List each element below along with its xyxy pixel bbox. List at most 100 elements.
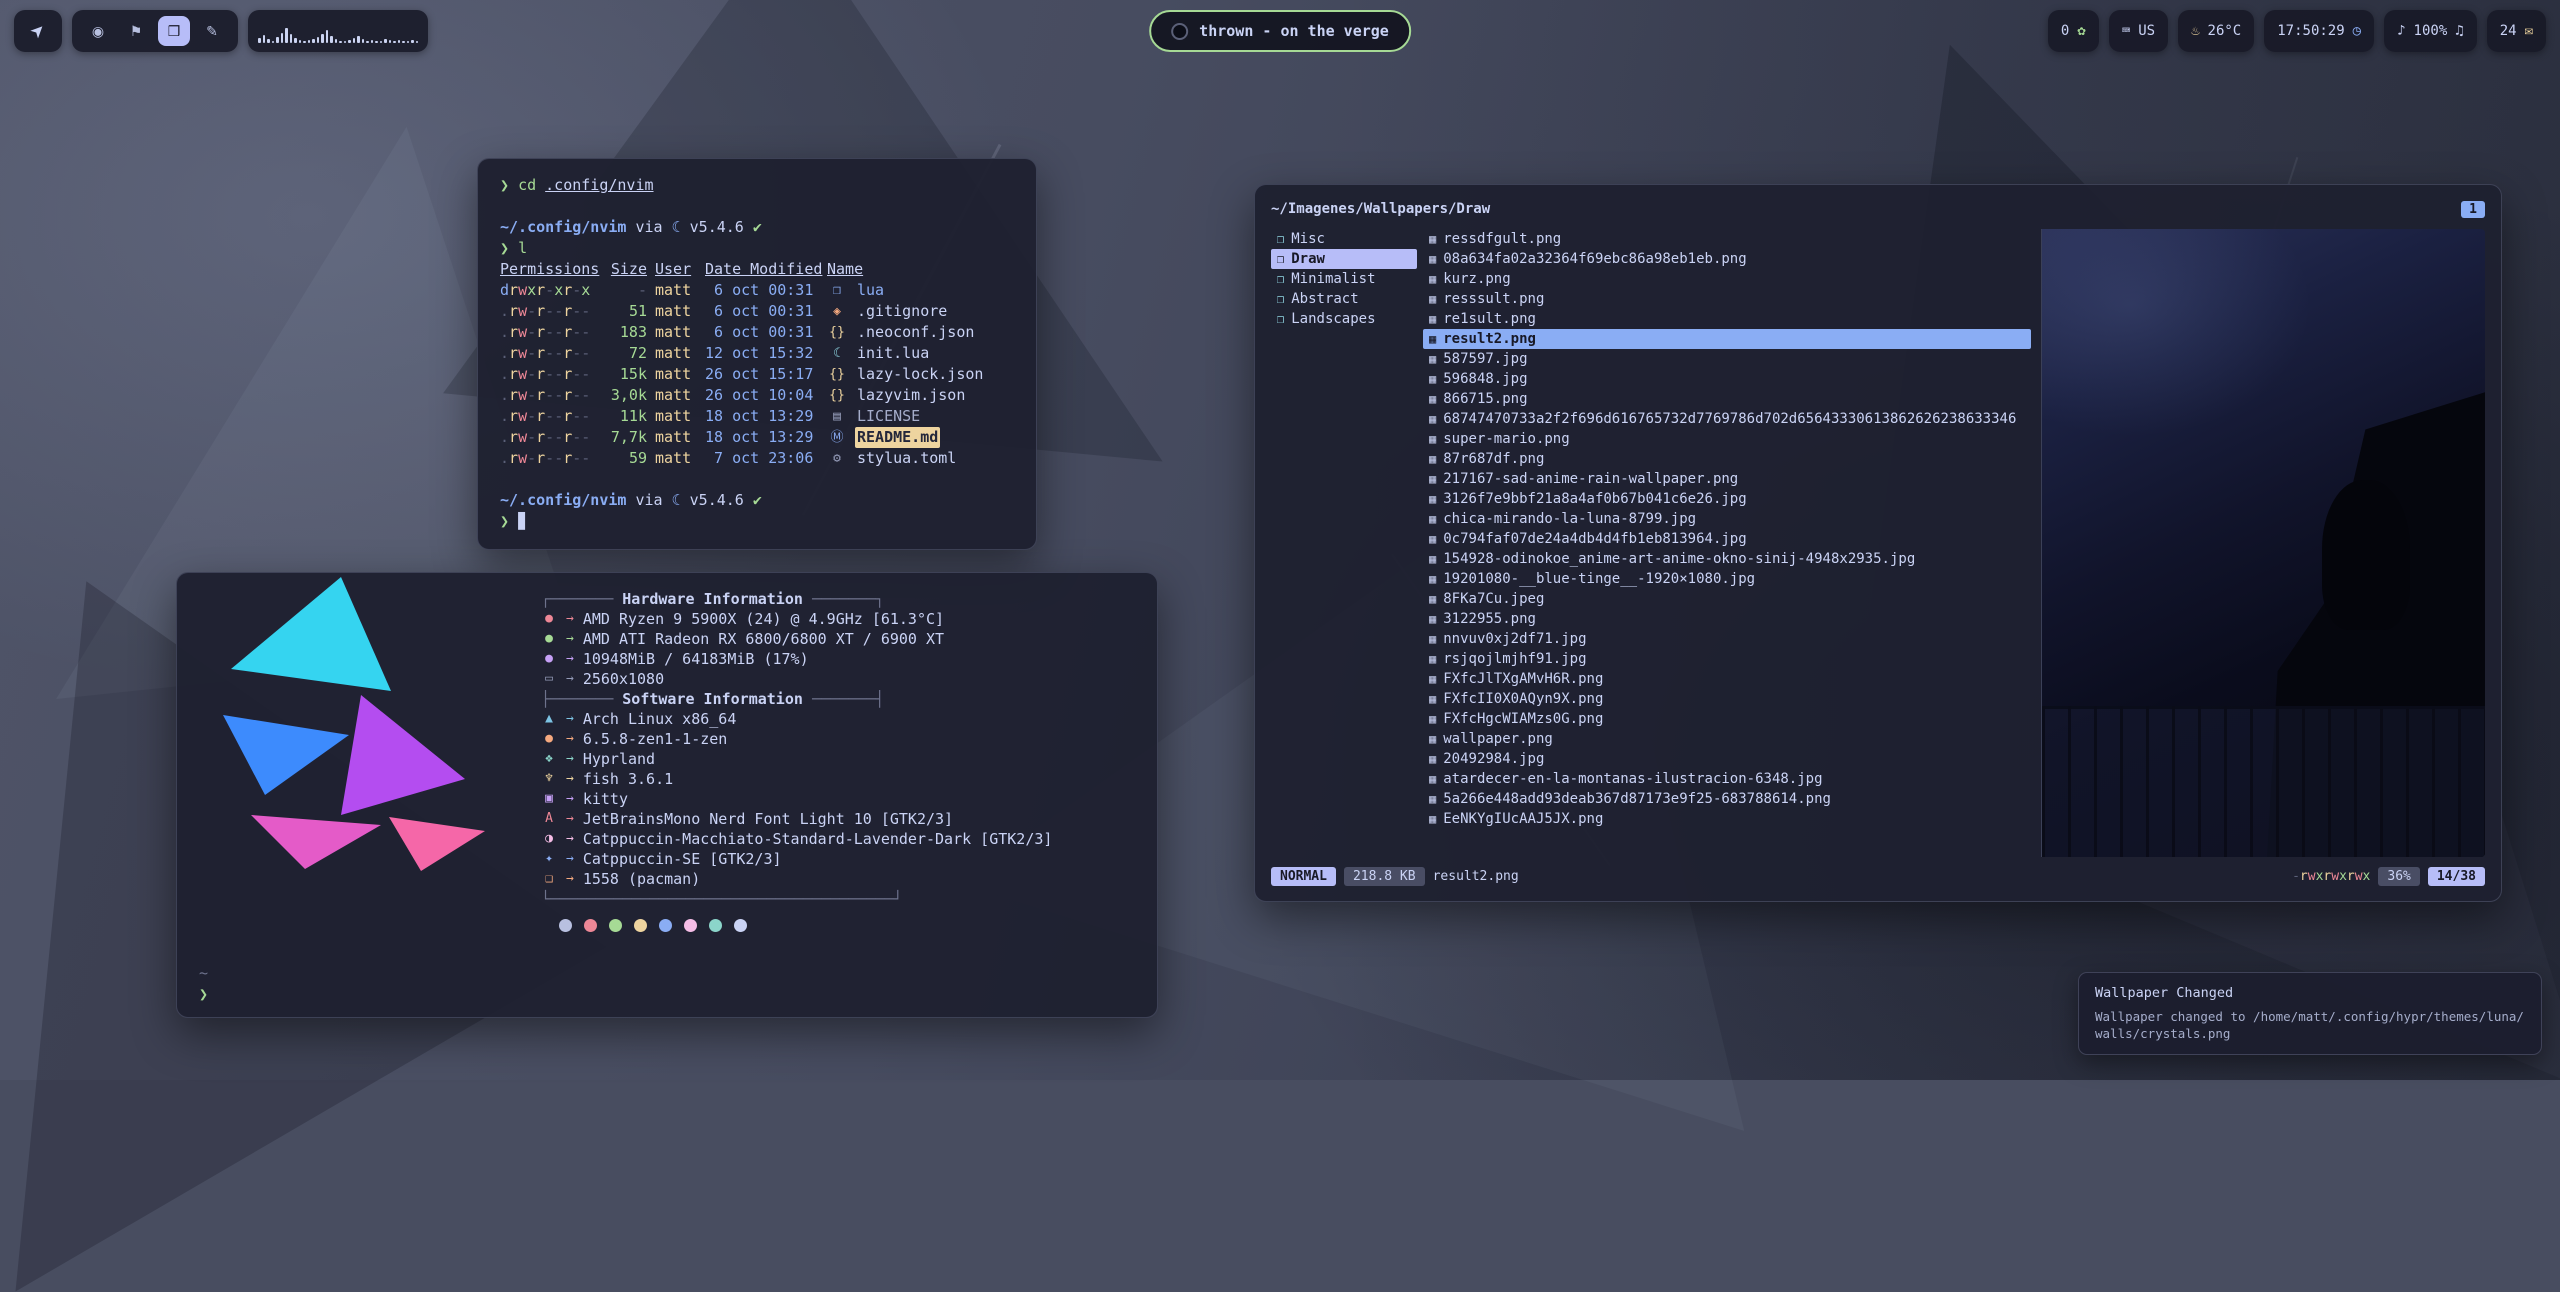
keyboard-layout-module[interactable]: ⌨ US	[2109, 10, 2168, 52]
file-manager-header: ~/Imagenes/Wallpapers/Draw 1	[1271, 197, 2485, 221]
top-bar: ➤ ◉ ⚑ ❒ ✎ thrown - on the verge 0	[14, 10, 2546, 52]
file-row[interactable]: ▦ super-mario.png	[1423, 429, 2031, 449]
file-size: 11k	[603, 406, 647, 427]
info-text: Catppuccin-SE [GTK2/3]	[583, 849, 782, 869]
file-row[interactable]: ▦ resssult.png	[1423, 289, 2031, 309]
arrow-icon: →	[566, 849, 574, 869]
arrow-icon: →	[566, 809, 574, 829]
file-row[interactable]: ▦ chica-mirando-la-luna-8799.jpg	[1423, 509, 2031, 529]
file-row[interactable]: ▦ 08a634fa02a32364f69ebc86a98eb1eb.png	[1423, 249, 2031, 269]
workspace-button[interactable]: ◉	[82, 16, 114, 46]
info-icon: ✦	[541, 849, 557, 869]
workspace-icon: ⚑	[130, 23, 143, 40]
image-file-icon: ▦	[1429, 789, 1436, 809]
palette-dot	[584, 919, 597, 932]
prompt-char: ❯	[199, 984, 208, 1005]
volume-module[interactable]: ♪ 100% ♫	[2384, 10, 2477, 52]
info-icon: ▭	[541, 669, 557, 689]
file-row[interactable]: ▦ FXfcII0X0AQyn9X.png	[1423, 689, 2031, 709]
updates-module[interactable]: 0 ✿	[2048, 10, 2099, 52]
file-row[interactable]: ▦ 87r687df.png	[1423, 449, 2031, 469]
file-row[interactable]: ▦ result2.png	[1423, 329, 2031, 349]
arrow-icon: →	[566, 769, 574, 789]
file-name: lazyvim.json	[855, 385, 967, 406]
info-text: fish 3.6.1	[583, 769, 673, 789]
file-row[interactable]: ▦ nnvuv0xj2df71.jpg	[1423, 629, 2031, 649]
lua-version: v5.4.6	[690, 218, 744, 236]
directory-row[interactable]: ❒ Minimalist	[1271, 269, 1417, 289]
file-row[interactable]: ▦ rsjqojlmjhf91.jpg	[1423, 649, 2031, 669]
file-row[interactable]: ▦ ressdfgult.png	[1423, 229, 2031, 249]
image-file-icon: ▦	[1429, 549, 1436, 569]
directory-row[interactable]: ❒ Abstract	[1271, 289, 1417, 309]
notification-popup[interactable]: Wallpaper Changed Wallpaper changed to /…	[2078, 972, 2542, 1055]
info-line: A → JetBrainsMono Nerd Font Light 10 [GT…	[541, 809, 1052, 829]
file-row[interactable]: ▦ 596848.jpg	[1423, 369, 2031, 389]
prompt-input-line[interactable]: ❯ ▊	[500, 511, 1014, 532]
fetch-prompt[interactable]: ~ ❯	[199, 963, 208, 1005]
arrow-icon: →	[566, 869, 574, 889]
launcher-button[interactable]: ➤	[24, 17, 52, 45]
file-row[interactable]: ▦ 154928-odinokoe_anime-art-anime-okno-s…	[1423, 549, 2031, 569]
image-file-icon: ▦	[1429, 389, 1436, 409]
file-row[interactable]: ▦ 3126f7e9bbf21a8a4af0b67b041c6e26.jpg	[1423, 489, 2031, 509]
workspace-button[interactable]: ⚑	[120, 16, 152, 46]
clock-module[interactable]: 17:50:29 ◷	[2264, 10, 2374, 52]
file-name: .gitignore	[855, 301, 949, 322]
directory-row[interactable]: ❒ Misc	[1271, 229, 1417, 249]
file-row[interactable]: ▦ FXfcHgcWIAMzs0G.png	[1423, 709, 2031, 729]
visualizer-bar	[407, 41, 410, 43]
file-name: 19201080-__blue-tinge__-1920×1080.jpg	[1443, 569, 1755, 589]
keyboard-icon: ⌨	[2122, 23, 2130, 39]
directory-row[interactable]: ❒ Draw	[1271, 249, 1417, 269]
file-row[interactable]: ▦ 217167-sad-anime-rain-wallpaper.png	[1423, 469, 2031, 489]
file-row[interactable]: ▦ 5a266e448add93deab367d87173e9f25-68378…	[1423, 789, 2031, 809]
image-file-icon: ▦	[1429, 469, 1436, 489]
file-row[interactable]: ▦ re1sult.png	[1423, 309, 2031, 329]
info-text: 2560x1080	[583, 669, 664, 689]
visualizer-bar	[366, 41, 369, 43]
media-player-pill[interactable]: thrown - on the verge	[1149, 10, 1411, 52]
file-row[interactable]: ▦ 19201080-__blue-tinge__-1920×1080.jpg	[1423, 569, 2031, 589]
visualizer-bar	[308, 40, 311, 43]
visualizer-bar	[276, 37, 279, 43]
command: l	[518, 239, 527, 257]
palette-dot	[634, 919, 647, 932]
folder-icon: ❒	[1277, 309, 1284, 329]
image-file-icon: ▦	[1429, 769, 1436, 789]
info-text: kitty	[583, 789, 628, 809]
tab-indicator[interactable]: 1	[2461, 201, 2485, 218]
file-name: lazy-lock.json	[855, 364, 985, 385]
file-row[interactable]: ▦ 0c794faf07de24a4db4d4fb1eb813964.jpg	[1423, 529, 2031, 549]
via-label: via	[635, 218, 662, 236]
file-row[interactable]: ▦ atardecer-en-la-montanas-ilustracion-6…	[1423, 769, 2031, 789]
file-row[interactable]: ▦ FXfcJlTXgAMvH6R.png	[1423, 669, 2031, 689]
workspace-button[interactable]: ❒	[158, 16, 190, 46]
player-title: thrown - on the verge	[1199, 22, 1389, 40]
image-file-icon: ▦	[1429, 349, 1436, 369]
file-row[interactable]: ▦ 866715.png	[1423, 389, 2031, 409]
launcher-island: ➤	[14, 10, 62, 52]
file-row[interactable]: ▦ 20492984.jpg	[1423, 749, 2031, 769]
status-check-icon: ✔	[753, 218, 762, 236]
directory-row[interactable]: ❒ Landscapes	[1271, 309, 1417, 329]
file-row[interactable]: ▦ 587597.jpg	[1423, 349, 2031, 369]
file-name: wallpaper.png	[1443, 729, 1553, 749]
workspace-button[interactable]: ✎	[196, 16, 228, 46]
file-row[interactable]: ▦ 8FKa7Cu.jpeg	[1423, 589, 2031, 609]
temperature-label: 26°C	[2208, 23, 2242, 39]
file-size: 183	[603, 322, 647, 343]
file-type-icon: ◈	[827, 301, 847, 322]
notifications-count: 24	[2500, 23, 2517, 39]
file-row[interactable]: ▦ 3122955.png	[1423, 609, 2031, 629]
file-row[interactable]: ▦ kurz.png	[1423, 269, 2031, 289]
temperature-module[interactable]: ♨ 26°C	[2178, 10, 2254, 52]
notifications-module[interactable]: 24 ✉	[2487, 10, 2546, 52]
file-row[interactable]: ▦ EeNKYgIUcAAJ5JX.png	[1423, 809, 2031, 829]
file-row[interactable]: ▦ 68747470733a2f2f696d616765732d7769786d…	[1423, 409, 2031, 429]
file-entry-row: .rw-r--r-- 15k matt 26 oct 15:17 {} lazy…	[500, 364, 1014, 385]
info-icon: A	[541, 809, 557, 829]
file-list-pane: ▦ ressdfgult.png ▦ 08a634fa02a32364f69eb…	[1417, 229, 2031, 857]
file-row[interactable]: ▦ wallpaper.png	[1423, 729, 2031, 749]
prompt-char: ❯	[500, 176, 509, 194]
